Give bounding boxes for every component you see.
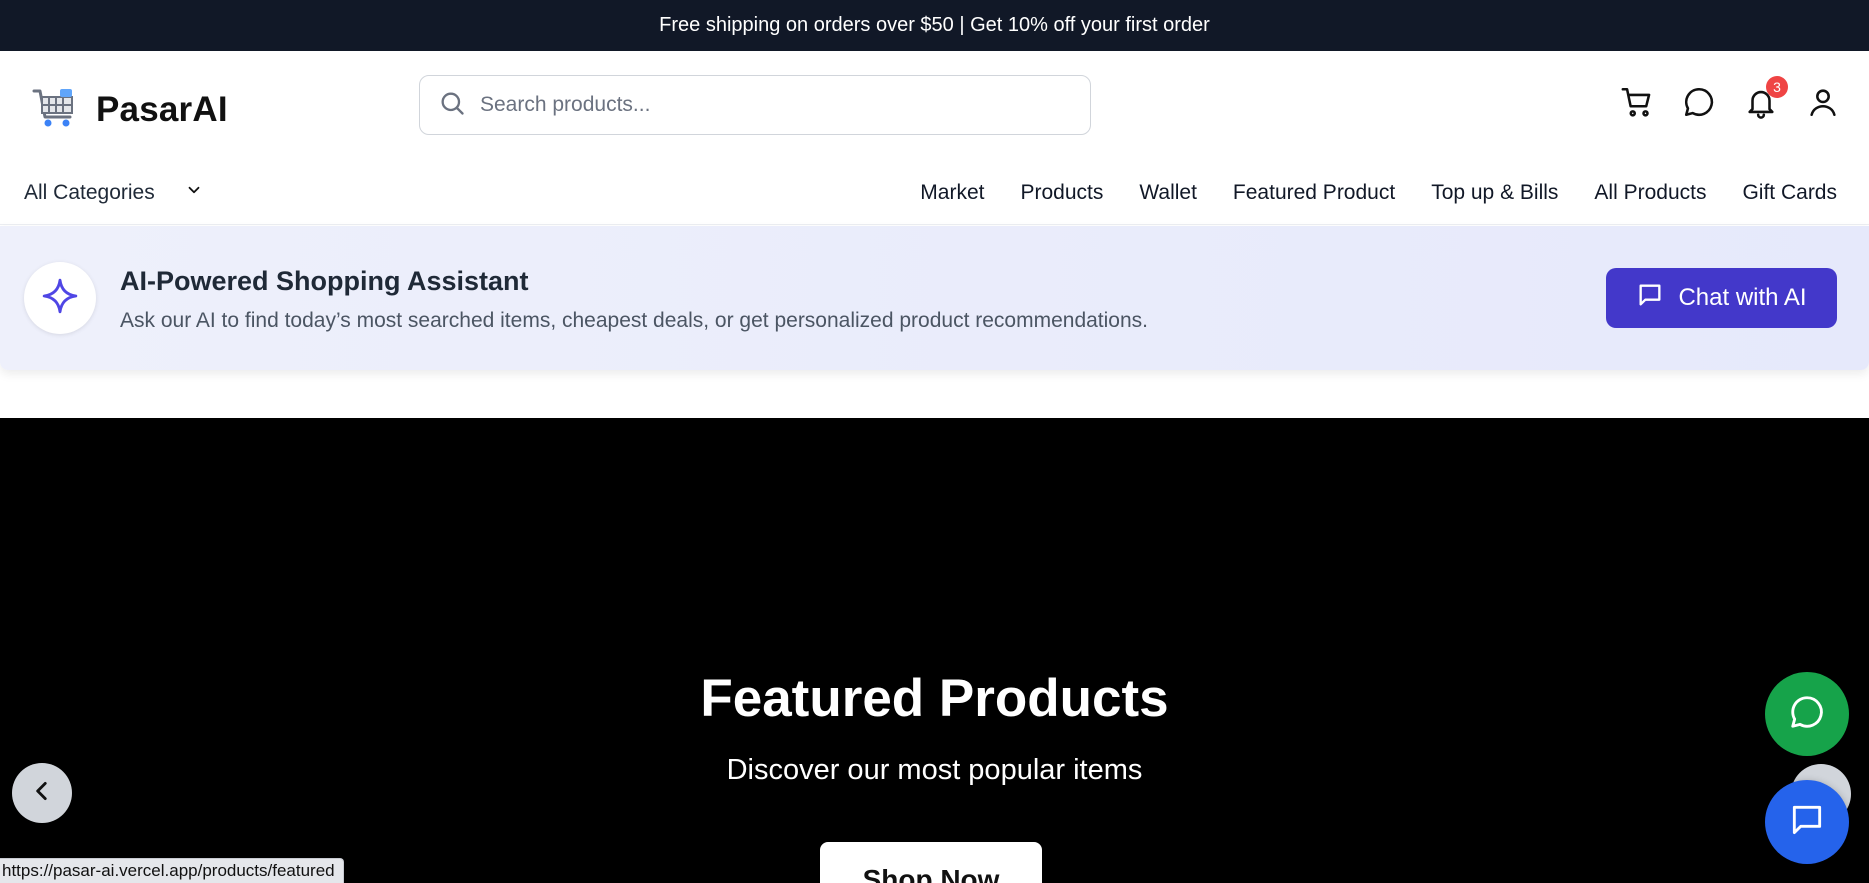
nav-links: Market Products Wallet Featured Product … <box>920 181 1837 205</box>
categories-label: All Categories <box>24 181 155 204</box>
message-icon[interactable] <box>1682 84 1716 120</box>
chat-bubble-icon <box>1636 281 1664 316</box>
chevron-left-icon <box>29 778 55 809</box>
promo-text: Free shipping on orders over $50 | Get 1… <box>659 14 1210 36</box>
promo-bar: Free shipping on orders over $50 | Get 1… <box>0 0 1869 51</box>
search-bar[interactable] <box>419 75 1091 135</box>
nav-link-top-up-bills[interactable]: Top up & Bills <box>1431 181 1558 205</box>
main-nav: All Categories Market Products Wallet Fe… <box>0 165 1869 225</box>
nav-link-featured-product[interactable]: Featured Product <box>1233 181 1395 205</box>
nav-link-products[interactable]: Products <box>1020 181 1103 205</box>
site-header: PasarAI 3 <box>0 51 1869 165</box>
ai-assistant-banner: AI-Powered Shopping Assistant Ask our AI… <box>0 226 1869 370</box>
logo-text: PasarAI <box>96 89 228 129</box>
bell-icon[interactable]: 3 <box>1744 76 1788 120</box>
hero-title: Featured Products <box>700 669 1169 728</box>
cart-icon[interactable] <box>1620 84 1654 120</box>
nav-link-gift-cards[interactable]: Gift Cards <box>1742 181 1837 205</box>
nav-link-wallet[interactable]: Wallet <box>1139 181 1197 205</box>
logo[interactable]: PasarAI <box>30 83 228 136</box>
whatsapp-icon <box>1788 693 1826 736</box>
live-chat-button[interactable] <box>1765 780 1849 864</box>
chat-with-ai-label: Chat with AI <box>1678 284 1807 311</box>
search-icon <box>438 89 466 122</box>
categories-dropdown[interactable]: All Categories <box>24 181 203 205</box>
nav-link-all-products[interactable]: All Products <box>1594 181 1706 205</box>
ai-badge <box>24 262 96 334</box>
chat-with-ai-button[interactable]: Chat with AI <box>1606 268 1837 328</box>
carousel-prev-button[interactable] <box>12 763 72 823</box>
hero-subtitle: Discover our most popular items <box>726 754 1143 786</box>
nav-link-market[interactable]: Market <box>920 181 984 205</box>
ai-banner-subtitle: Ask our AI to find today’s most searched… <box>120 309 1148 332</box>
user-icon[interactable] <box>1806 84 1840 120</box>
featured-hero: Featured Products Discover our most popu… <box>0 418 1869 883</box>
chevron-down-icon <box>185 181 203 205</box>
ai-banner-title: AI-Powered Shopping Assistant <box>120 266 529 296</box>
notification-badge: 3 <box>1766 76 1788 98</box>
shop-now-button[interactable]: Shop Now <box>820 842 1042 883</box>
header-actions: 3 <box>1620 76 1840 120</box>
link-status-url: https://pasar-ai.vercel.app/products/fea… <box>0 858 344 883</box>
sparkle-icon <box>41 277 79 320</box>
chat-bubble-icon <box>1788 801 1826 844</box>
whatsapp-chat-button[interactable] <box>1765 672 1849 756</box>
shopping-cart-logo-icon <box>30 83 78 136</box>
search-input[interactable] <box>480 93 1040 117</box>
